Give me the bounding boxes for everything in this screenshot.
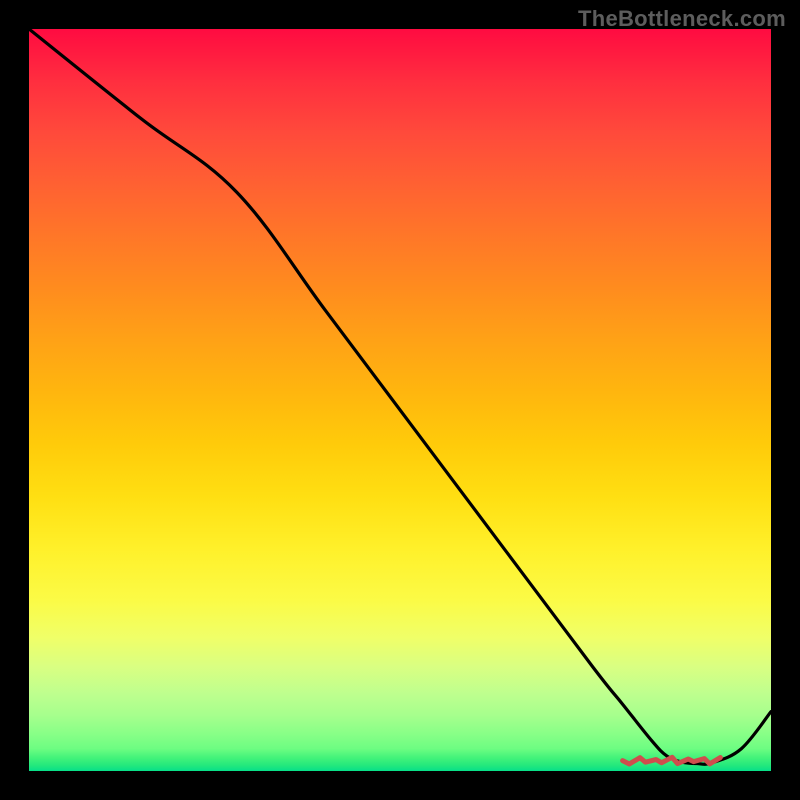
chart-svg <box>29 29 771 771</box>
chart-frame: TheBottleneck.com <box>0 0 800 800</box>
bottleneck-curve <box>29 29 771 764</box>
plot-area <box>29 29 771 771</box>
bottom-scribble-annotation <box>623 757 721 764</box>
watermark-text: TheBottleneck.com <box>578 6 786 32</box>
